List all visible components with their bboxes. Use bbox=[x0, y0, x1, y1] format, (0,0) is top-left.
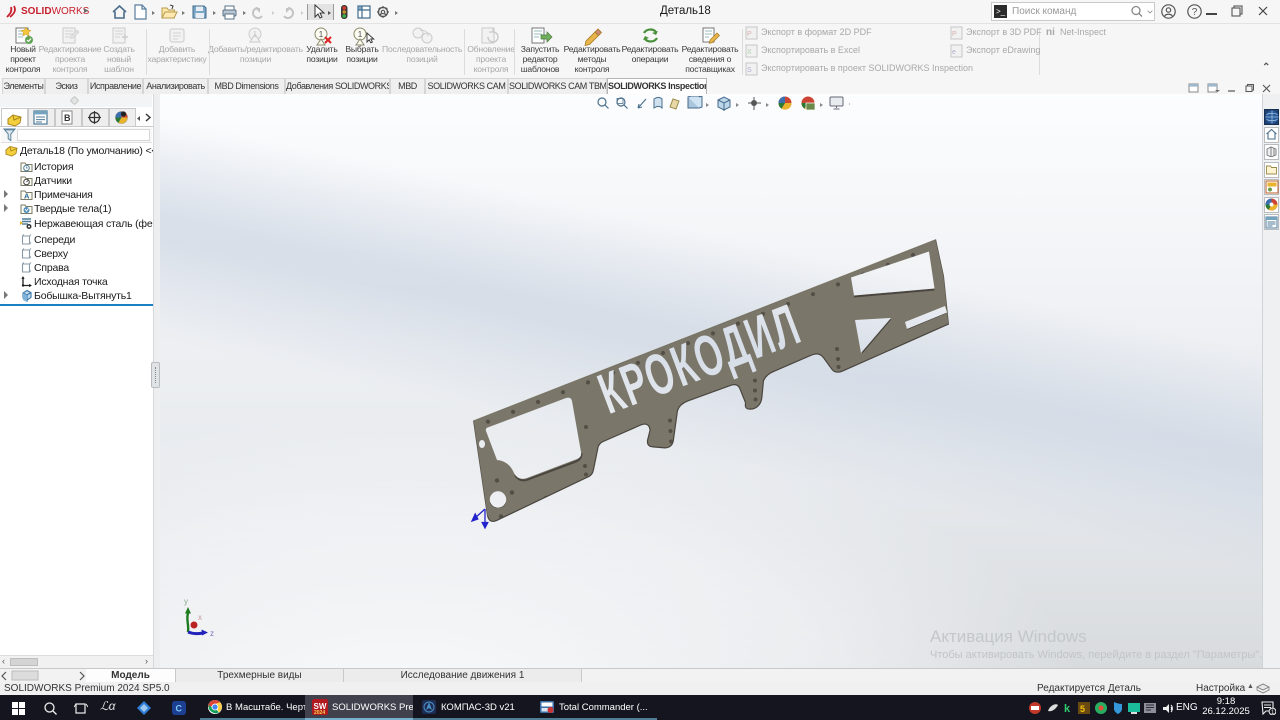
svg-text:1: 1 bbox=[358, 29, 363, 39]
svg-text:2024: 2024 bbox=[314, 710, 325, 715]
svg-text:?: ? bbox=[1192, 7, 1198, 18]
svg-text:P: P bbox=[747, 31, 752, 38]
svg-text:B: B bbox=[64, 113, 71, 123]
svg-text:P: P bbox=[952, 31, 957, 38]
svg-text:Чтобы активировать Windows, пе: Чтобы активировать Windows, перейдите в … bbox=[930, 649, 1262, 661]
svg-text:y: y bbox=[184, 597, 188, 606]
svg-text:k: k bbox=[1064, 703, 1071, 715]
svg-text:e: e bbox=[952, 49, 956, 56]
svg-text:z: z bbox=[210, 629, 214, 638]
svg-text:X: X bbox=[747, 49, 752, 56]
svg-text:5: 5 bbox=[1080, 704, 1085, 714]
svg-text:Активация Windows: Активация Windows bbox=[930, 627, 1087, 646]
svg-text:A: A bbox=[24, 192, 30, 201]
svg-text:1: 1 bbox=[253, 30, 258, 39]
svg-text:x: x bbox=[198, 613, 202, 622]
svg-text:1: 1 bbox=[319, 29, 324, 39]
svg-text:C: C bbox=[176, 704, 183, 714]
svg-text:S: S bbox=[747, 67, 752, 74]
